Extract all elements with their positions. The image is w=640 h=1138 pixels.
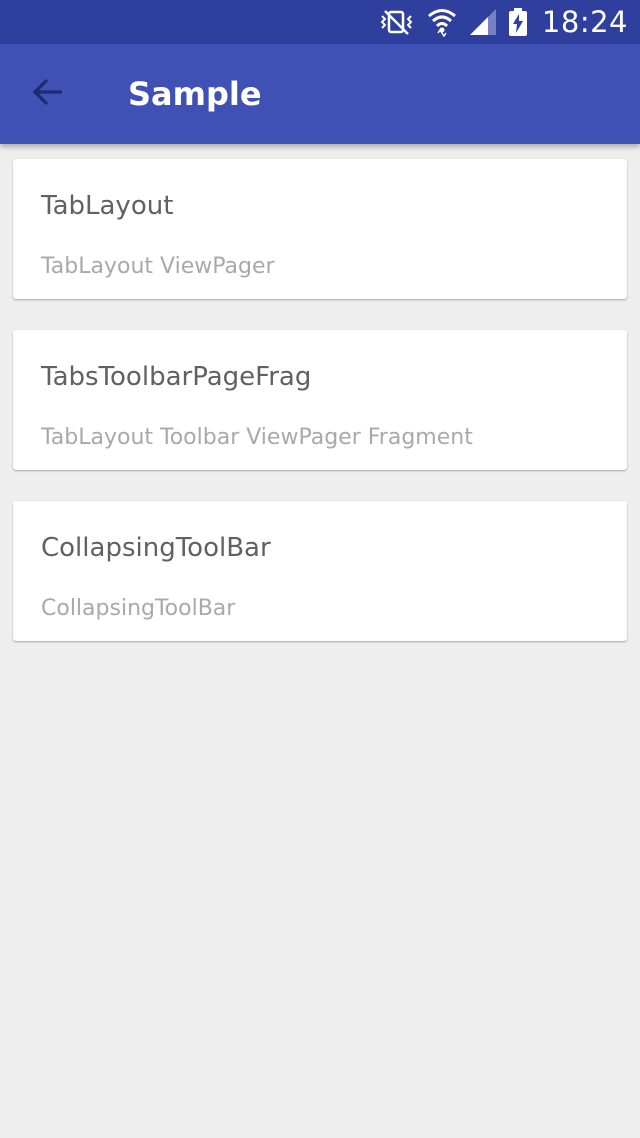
list-item-title: TabLayout — [41, 191, 174, 221]
vibrate-mute-icon — [378, 7, 416, 37]
arrow-back-icon — [31, 77, 65, 111]
list-item-tabstoolbarpagefrag[interactable]: TabsToolbarPageFrag TabLayout Toolbar Vi… — [13, 330, 627, 470]
list-item-subtitle: CollapsingToolBar — [41, 596, 236, 621]
battery-charging-icon — [508, 7, 528, 37]
page-title: Sample — [128, 75, 262, 113]
list-item-tablayout[interactable]: TabLayout TabLayout ViewPager — [13, 159, 627, 299]
status-icons: 18:24 — [378, 0, 628, 44]
signal-icon — [468, 7, 498, 37]
list-item-subtitle: TabLayout ViewPager — [41, 254, 275, 279]
status-bar: 18:24 — [0, 0, 640, 44]
sample-list: TabLayout TabLayout ViewPager TabsToolba… — [13, 159, 627, 672]
list-item-collapsingtoolbar[interactable]: CollapsingToolBar CollapsingToolBar — [13, 501, 627, 641]
list-item-title: TabsToolbarPageFrag — [41, 362, 312, 392]
back-button[interactable] — [20, 68, 76, 120]
app-bar: Sample — [0, 44, 640, 144]
list-item-title: CollapsingToolBar — [41, 533, 271, 563]
wifi-icon — [426, 6, 458, 38]
list-item-subtitle: TabLayout Toolbar ViewPager Fragment — [41, 425, 473, 450]
status-time: 18:24 — [541, 5, 628, 39]
